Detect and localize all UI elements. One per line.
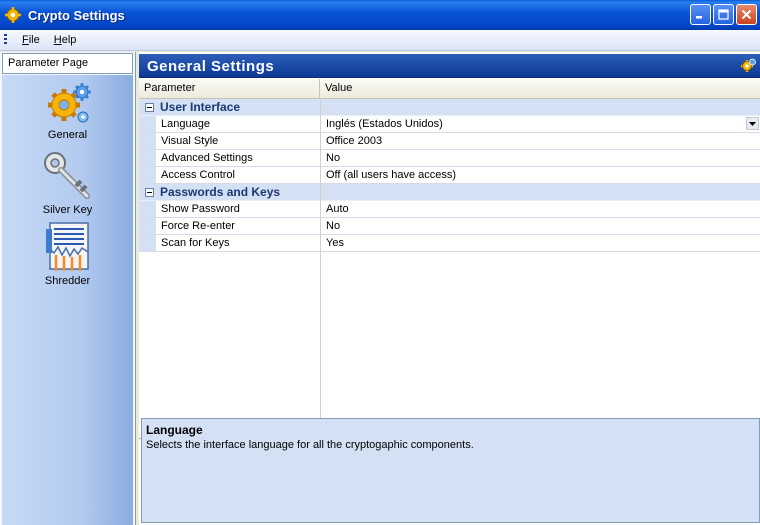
property-grid-header: Parameter Value	[139, 79, 760, 99]
chevron-down-icon	[749, 121, 756, 126]
language-select[interactable]: Inglés (Estados Unidos)	[320, 116, 760, 132]
property-name: Scan for Keys	[161, 237, 230, 249]
property-name: Visual Style	[161, 135, 219, 147]
menu-file-accel: F	[22, 34, 29, 46]
property-row-show-password[interactable]: Show Password Auto	[139, 201, 760, 218]
menu-bar: File Help	[0, 30, 760, 51]
sidebar-item-general-label: General	[47, 129, 88, 141]
category-label: User Interface	[160, 100, 241, 114]
minimize-button[interactable]	[690, 4, 711, 25]
property-row-language[interactable]: Language Inglés (Estados Unidos)	[139, 116, 760, 133]
menu-help[interactable]: Help	[47, 34, 84, 46]
gear-icon	[5, 7, 21, 23]
column-header-parameter[interactable]: Parameter	[139, 79, 320, 98]
title-bar[interactable]: Crypto Settings	[0, 0, 760, 30]
gears-icon	[47, 83, 91, 123]
property-value[interactable]: Auto	[320, 201, 760, 217]
property-row-force-re-enter[interactable]: Force Re-enter No	[139, 218, 760, 235]
category-user-interface[interactable]: User Interface	[139, 99, 760, 116]
close-button[interactable]	[736, 4, 757, 25]
column-header-value[interactable]: Value	[320, 79, 357, 98]
parameter-page-pane: Parameter Page General Silver Key Shredd…	[0, 52, 136, 525]
maximize-button[interactable]	[713, 4, 734, 25]
maximize-icon	[718, 9, 729, 20]
collapse-icon[interactable]	[145, 102, 154, 112]
property-name: Language	[161, 118, 210, 130]
sidebar-item-silver-key-label: Silver Key	[42, 204, 93, 216]
settings-pane: General Settings Parameter Value User In…	[139, 52, 760, 525]
parameter-page-header: Parameter Page	[2, 53, 133, 74]
property-value[interactable]: No	[320, 150, 760, 166]
key-icon	[43, 152, 90, 199]
property-name: Access Control	[161, 169, 235, 181]
menu-help-label: elp	[61, 34, 77, 46]
property-grid-body: User Interface Language Inglés (Estados …	[139, 99, 760, 438]
property-name: Show Password	[161, 203, 240, 215]
sidebar-item-shredder[interactable]: Shredder	[2, 221, 133, 287]
description-title: Language	[146, 423, 203, 437]
general-settings-header: General Settings	[139, 54, 760, 78]
property-name: Force Re-enter	[161, 220, 235, 232]
description-panel: Language Selects the interface language …	[141, 418, 760, 523]
property-value[interactable]: No	[320, 218, 760, 234]
property-row-advanced-settings[interactable]: Advanced Settings No	[139, 150, 760, 167]
category-label: Passwords and Keys	[160, 185, 281, 199]
property-grid: Parameter Value User Interface Language …	[139, 79, 760, 439]
settings-gear-icon[interactable]	[740, 58, 756, 74]
window-title: Crypto Settings	[28, 7, 125, 23]
sidebar-item-silver-key[interactable]: Silver Key	[2, 150, 133, 216]
collapse-icon[interactable]	[145, 187, 154, 197]
page-title: General Settings	[147, 58, 275, 75]
property-value[interactable]: Office 2003	[320, 133, 760, 149]
description-text: Selects the interface language for all t…	[146, 439, 474, 451]
parameter-page-list: General Silver Key Shredder	[2, 75, 133, 525]
property-row-scan-for-keys[interactable]: Scan for Keys Yes	[139, 235, 760, 252]
sidebar-item-shredder-label: Shredder	[44, 275, 91, 287]
property-name: Advanced Settings	[161, 152, 253, 164]
property-row-access-control[interactable]: Access Control Off (all users have acces…	[139, 167, 760, 184]
property-row-visual-style[interactable]: Visual Style Office 2003	[139, 133, 760, 150]
shredder-icon	[45, 222, 89, 271]
sidebar-item-general[interactable]: General	[2, 81, 133, 141]
dropdown-button[interactable]	[746, 117, 759, 130]
close-icon	[741, 9, 752, 20]
menu-file-label: ile	[28, 34, 40, 46]
minimize-icon	[696, 16, 702, 19]
toolbar-grip[interactable]	[4, 34, 7, 46]
category-passwords-and-keys[interactable]: Passwords and Keys	[139, 184, 760, 201]
menu-file[interactable]: File	[15, 34, 47, 46]
property-value: Inglés (Estados Unidos)	[326, 118, 443, 130]
property-value[interactable]: Off (all users have access)	[320, 167, 760, 183]
property-value[interactable]: Yes	[320, 235, 760, 251]
menu-help-accel: H	[53, 34, 62, 46]
